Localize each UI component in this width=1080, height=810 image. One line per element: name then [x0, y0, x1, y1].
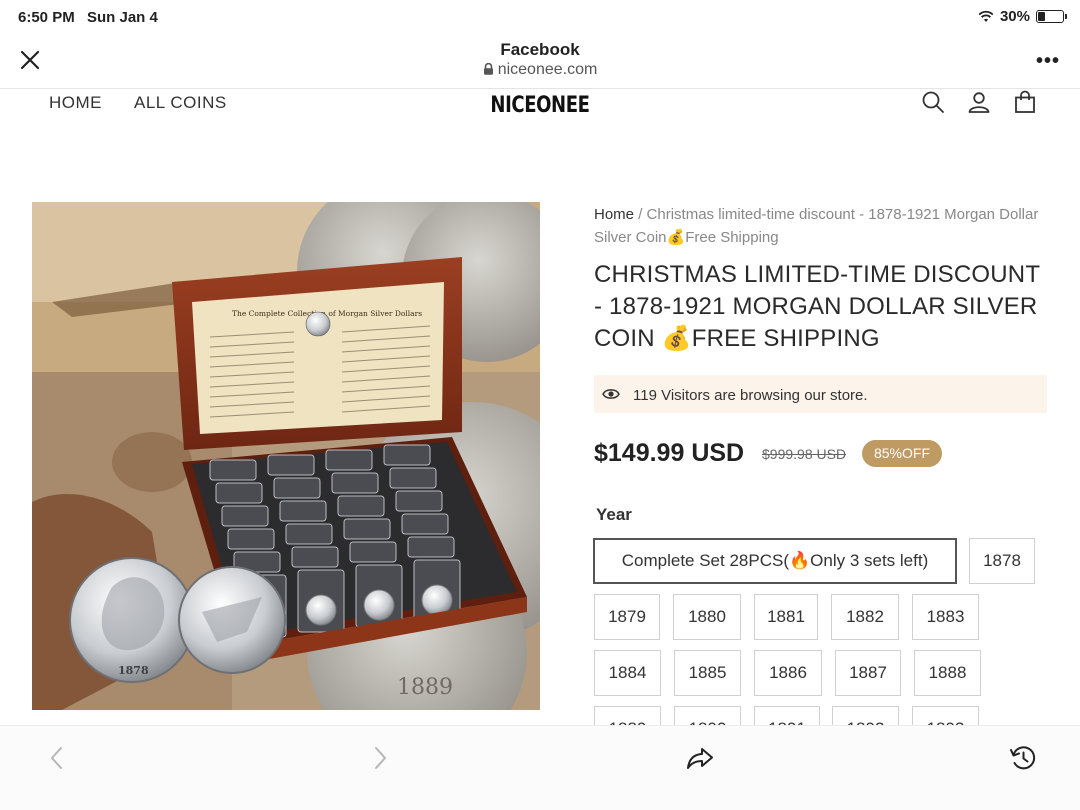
coin-slab [267, 454, 315, 476]
battery-percent: 30% [999, 8, 1030, 25]
breadcrumb-current: Christmas limited-time discount - 1878-1… [594, 206, 1039, 246]
coin-slab [273, 477, 321, 499]
browser-toolbar [0, 725, 1080, 810]
battery-icon [1036, 10, 1067, 23]
variant-option-1879[interactable]: 1879 [594, 594, 660, 640]
back-icon[interactable] [42, 743, 72, 773]
coin-slab [325, 449, 373, 471]
status-indicators: 30% [978, 8, 1067, 25]
compare-price: $999.98 USD [762, 446, 847, 462]
variant-option-1887[interactable]: 1887 [835, 650, 901, 696]
coin-date: 1878 [118, 664, 149, 677]
slab-coin [421, 584, 453, 616]
background-coin-date: 1889 [397, 675, 453, 700]
coin-slab [395, 490, 443, 512]
coin-slab [349, 541, 397, 563]
variant-option-1882[interactable]: 1882 [831, 594, 899, 640]
variant-option-1888[interactable]: 1888 [914, 650, 981, 696]
variant-option-complete-set[interactable]: Complete Set 28PCS(🔥Only 3 sets left) [593, 538, 957, 584]
slab-coin [305, 594, 337, 626]
forward-icon[interactable] [365, 743, 395, 773]
status-bar: 6:50 PM Sun Jan 4 30% [0, 0, 1080, 34]
product-image[interactable]: 1889 The Complete Collection of Morgan S… [32, 202, 540, 710]
variant-option-1886[interactable]: 1886 [754, 650, 822, 696]
status-time: 6:50 PM [18, 9, 75, 26]
coin-slab [331, 472, 379, 494]
site-nav: HOME ALL COINS NICEONEE [0, 89, 1080, 133]
breadcrumb-home-link[interactable]: Home [594, 206, 634, 223]
nav-home-link[interactable]: HOME [49, 93, 102, 113]
coin-slab [209, 459, 257, 481]
variant-option-1885[interactable]: 1885 [674, 650, 741, 696]
variant-option-1883[interactable]: 1883 [912, 594, 979, 640]
browser-url[interactable]: niceonee.com [0, 61, 1080, 79]
bag-icon[interactable] [1013, 90, 1037, 114]
coin-slab [407, 536, 455, 558]
variant-option-1880[interactable]: 1880 [673, 594, 741, 640]
variant-option-1884[interactable]: 1884 [594, 650, 661, 696]
coin-slab [227, 528, 275, 550]
more-icon[interactable]: ••• [1036, 51, 1060, 71]
share-icon[interactable] [685, 743, 715, 773]
coin-slab [291, 546, 339, 568]
coin-slab [383, 444, 431, 466]
coin-slab [389, 467, 437, 489]
account-icon[interactable] [967, 90, 991, 114]
visitors-text: 119 Visitors are browsing our store. [633, 387, 868, 404]
product-title: CHRISTMAS LIMITED-TIME DISCOUNT - 1878-1… [594, 261, 1040, 352]
variant-label: Year [596, 505, 632, 524]
variant-option-1881[interactable]: 1881 [754, 594, 818, 640]
coin-slab [285, 523, 333, 545]
product-price: $149.99 USD [594, 439, 745, 467]
browser-title: Facebook [500, 40, 580, 59]
variant-option-1878[interactable]: 1878 [969, 538, 1035, 584]
url-text: niceonee.com [497, 61, 598, 78]
wifi-icon [978, 10, 994, 22]
search-icon[interactable] [921, 90, 945, 114]
status-date: Sun Jan 4 [87, 9, 158, 26]
coin-slab [401, 513, 449, 535]
coin-slab [215, 482, 263, 504]
coin-slab [337, 495, 385, 517]
breadcrumb: Home / Christmas limited-time discount -… [594, 203, 1044, 249]
browser-header: Facebook niceonee.com ••• [0, 34, 1080, 89]
eye-icon [602, 389, 620, 399]
site-logo[interactable]: NICEONEE [97, 93, 983, 118]
breadcrumb-separator: / [638, 206, 643, 223]
coin-slab [221, 505, 269, 527]
discount-badge: 85%OFF [862, 440, 942, 467]
visitors-notice: 119 Visitors are browsing our store. [594, 375, 1047, 413]
lock-icon [483, 63, 493, 75]
slab-coin [363, 589, 395, 621]
coin-slab [279, 500, 327, 522]
coin-slab [343, 518, 391, 540]
history-icon[interactable] [1008, 743, 1038, 773]
